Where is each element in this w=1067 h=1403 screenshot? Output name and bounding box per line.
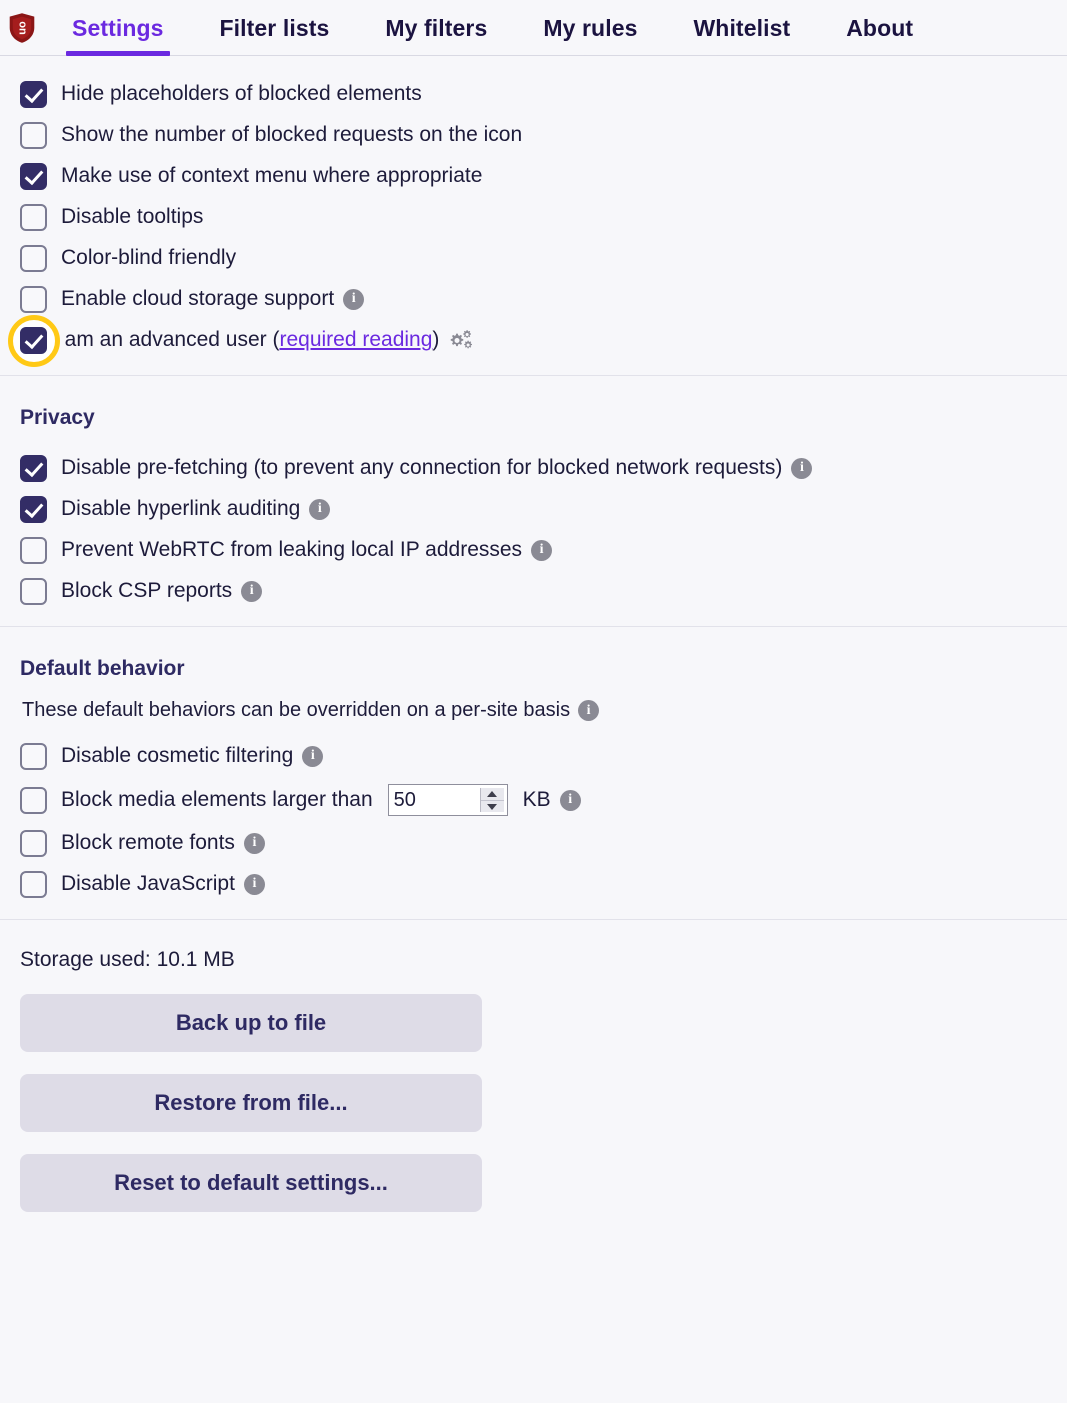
ublock-origin-shield-icon: uo <box>0 0 44 56</box>
svg-text:uo: uo <box>16 21 28 35</box>
gears-icon[interactable] <box>448 329 474 351</box>
setting-label-block-remote-fonts: Block remote fonts i <box>61 831 265 855</box>
setting-label-color-blind: Color-blind friendly <box>61 246 237 270</box>
info-icon[interactable]: i <box>309 498 331 520</box>
block-media-label-text: Block media elements larger than <box>61 787 373 811</box>
privacy-section: Privacy Disable pre-fetching (to prevent… <box>0 375 1067 626</box>
info-icon[interactable]: i <box>559 789 581 811</box>
media-size-spinner <box>479 788 504 812</box>
tab-whitelist[interactable]: Whitelist <box>665 0 818 56</box>
tab-about[interactable]: About <box>818 0 941 56</box>
setting-row-disable-javascript[interactable]: Disable JavaScript i <box>0 864 1067 905</box>
setting-row-cloud-storage[interactable]: Enable cloud storage support i <box>0 279 1067 320</box>
checkbox-prevent-webrtc-leak[interactable] <box>20 537 47 564</box>
checkbox-disable-hyperlink-auditing[interactable] <box>20 496 47 523</box>
setting-label-prevent-webrtc-leak: Prevent WebRTC from leaking local IP add… <box>61 538 553 562</box>
info-icon[interactable]: i <box>241 580 263 602</box>
setting-row-prevent-webrtc-leak[interactable]: Prevent WebRTC from leaking local IP add… <box>0 530 1067 571</box>
setting-row-block-media-elements[interactable]: Block media elements larger than KB i <box>0 777 1067 823</box>
default-behavior-section: Default behavior These default behaviors… <box>0 626 1067 919</box>
info-icon[interactable]: i <box>243 873 265 895</box>
setting-row-disable-cosmetic-filtering[interactable]: Disable cosmetic filtering i <box>0 736 1067 777</box>
setting-label-disable-prefetching-text: Disable pre-fetching (to prevent any con… <box>61 456 783 480</box>
setting-label-block-csp-reports-text: Block CSP reports <box>61 579 233 603</box>
setting-label-cloud-storage-text: Enable cloud storage support <box>61 287 335 311</box>
general-settings-section: Hide placeholders of blocked elements Sh… <box>0 56 1067 375</box>
setting-label-disable-prefetching: Disable pre-fetching (to prevent any con… <box>61 456 813 480</box>
info-icon[interactable]: i <box>791 457 813 479</box>
media-size-stepper[interactable] <box>387 784 508 816</box>
restore-from-file-button[interactable]: Restore from file... <box>20 1074 482 1132</box>
footer-section: Storage used: 10.1 MB Back up to file Re… <box>0 919 1067 1212</box>
checkbox-context-menu[interactable] <box>20 163 47 190</box>
default-behavior-note: These default behaviors can be overridde… <box>22 699 1067 722</box>
info-icon[interactable]: i <box>302 745 324 767</box>
checkbox-disable-prefetching[interactable] <box>20 455 47 482</box>
checkbox-block-media-elements[interactable] <box>20 786 47 814</box>
checkbox-block-remote-fonts[interactable] <box>20 830 47 857</box>
reset-to-default-settings-button[interactable]: Reset to default settings... <box>20 1154 482 1212</box>
setting-label-show-blocked-count: Show the number of blocked requests on t… <box>61 123 523 147</box>
setting-label-prevent-webrtc-leak-text: Prevent WebRTC from leaking local IP add… <box>61 538 523 562</box>
setting-label-hide-placeholders: Hide placeholders of blocked elements <box>61 82 422 106</box>
tab-my-filters[interactable]: My filters <box>357 0 515 56</box>
privacy-section-title: Privacy <box>20 406 95 429</box>
setting-label-disable-hyperlink-auditing: Disable hyperlink auditing i <box>61 497 331 521</box>
setting-label-disable-hyperlink-auditing-text: Disable hyperlink auditing <box>61 497 301 521</box>
setting-row-block-remote-fonts[interactable]: Block remote fonts i <box>0 823 1067 864</box>
tab-list: Settings Filter lists My filters My rule… <box>44 0 941 56</box>
setting-label-disable-javascript-text: Disable JavaScript <box>61 872 235 896</box>
setting-label-disable-javascript: Disable JavaScript i <box>61 872 265 896</box>
storage-used-label: Storage used: 10.1 MB <box>20 948 235 971</box>
spinner-up-icon[interactable] <box>480 788 504 800</box>
setting-row-context-menu[interactable]: Make use of context menu where appropria… <box>0 156 1067 197</box>
advanced-user-text-before: I am an advanced user ( <box>53 328 280 352</box>
setting-label-block-media-elements: Block media elements larger than KB i <box>61 784 581 816</box>
advanced-user-checkbox-wrap <box>7 314 60 367</box>
checkbox-advanced-user[interactable] <box>20 327 47 354</box>
setting-row-disable-prefetching[interactable]: Disable pre-fetching (to prevent any con… <box>0 448 1067 489</box>
setting-row-advanced-user[interactable]: I am an advanced user (required reading) <box>0 314 1067 367</box>
default-behavior-note-text: These default behaviors can be overridde… <box>22 699 571 721</box>
checkbox-disable-javascript[interactable] <box>20 871 47 898</box>
checkbox-disable-cosmetic-filtering[interactable] <box>20 743 47 770</box>
setting-label-cloud-storage: Enable cloud storage support i <box>61 287 365 311</box>
setting-label-block-csp-reports: Block CSP reports i <box>61 579 263 603</box>
setting-label-advanced-user: I am an advanced user (required reading) <box>53 328 474 352</box>
back-up-to-file-button[interactable]: Back up to file <box>20 994 482 1052</box>
info-icon[interactable]: i <box>578 700 600 721</box>
checkbox-disable-tooltips[interactable] <box>20 204 47 231</box>
advanced-user-text-after: ) <box>432 328 440 352</box>
default-behavior-section-title: Default behavior <box>20 657 185 680</box>
setting-label-disable-cosmetic-filtering: Disable cosmetic filtering i <box>61 744 324 768</box>
media-size-unit: KB <box>522 787 551 811</box>
setting-label-disable-tooltips: Disable tooltips <box>61 205 204 229</box>
setting-label-block-remote-fonts-text: Block remote fonts <box>61 831 235 855</box>
setting-row-color-blind[interactable]: Color-blind friendly <box>0 238 1067 279</box>
checkbox-cloud-storage[interactable] <box>20 286 47 313</box>
setting-row-disable-tooltips[interactable]: Disable tooltips <box>0 197 1067 238</box>
tab-my-rules[interactable]: My rules <box>515 0 665 56</box>
media-size-input[interactable] <box>388 785 480 815</box>
required-reading-link[interactable]: required reading <box>279 328 432 352</box>
setting-row-hide-placeholders[interactable]: Hide placeholders of blocked elements <box>0 74 1067 115</box>
setting-row-disable-hyperlink-auditing[interactable]: Disable hyperlink auditing i <box>0 489 1067 530</box>
main-tabbar: uo Settings Filter lists My filters My r… <box>0 0 1067 56</box>
setting-label-context-menu: Make use of context menu where appropria… <box>61 164 483 188</box>
setting-row-block-csp-reports[interactable]: Block CSP reports i <box>0 571 1067 612</box>
info-icon[interactable]: i <box>531 539 553 561</box>
setting-label-disable-cosmetic-filtering-text: Disable cosmetic filtering <box>61 744 294 768</box>
spinner-down-icon[interactable] <box>480 800 504 812</box>
tab-settings[interactable]: Settings <box>44 0 192 56</box>
checkbox-hide-placeholders[interactable] <box>20 81 47 108</box>
setting-row-show-blocked-count[interactable]: Show the number of blocked requests on t… <box>0 115 1067 156</box>
info-icon[interactable]: i <box>243 832 265 854</box>
checkbox-color-blind[interactable] <box>20 245 47 272</box>
checkbox-show-blocked-count[interactable] <box>20 122 47 149</box>
tab-filter-lists[interactable]: Filter lists <box>192 0 358 56</box>
info-icon[interactable]: i <box>343 288 365 310</box>
checkbox-block-csp-reports[interactable] <box>20 578 47 605</box>
